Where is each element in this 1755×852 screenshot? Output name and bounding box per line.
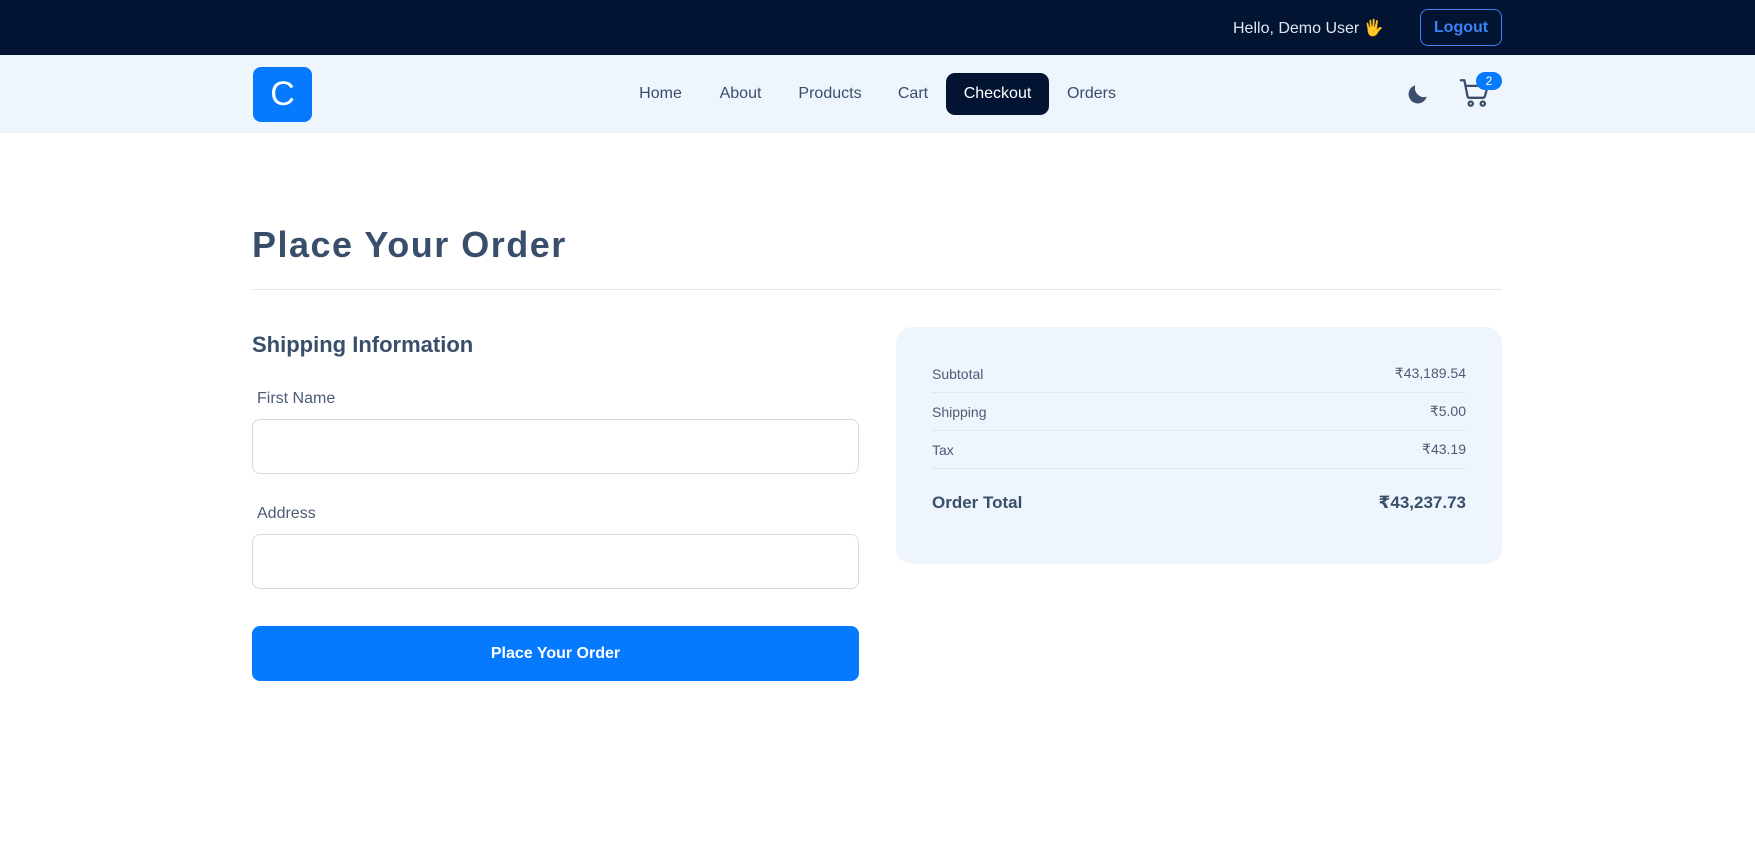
nav-link-products[interactable]: Products xyxy=(788,73,872,115)
subtotal-value: ₹43,189.54 xyxy=(1394,365,1466,381)
place-order-button[interactable]: Place Your Order xyxy=(252,626,859,681)
nav-link-about[interactable]: About xyxy=(707,73,774,115)
shipping-row: Shipping ₹5.00 xyxy=(932,393,1466,431)
first-name-label: First Name xyxy=(257,390,336,407)
order-summary: Subtotal ₹43,189.54 Shipping ₹5.00 Tax ₹… xyxy=(896,327,1502,564)
address-input[interactable] xyxy=(252,534,859,589)
logout-button[interactable]: Logout xyxy=(1420,9,1502,46)
order-total-label: Order Total xyxy=(932,493,1023,512)
page-title: Place Your Order xyxy=(252,224,567,265)
tax-label: Tax xyxy=(932,441,954,458)
order-total-value: ₹43,237.73 xyxy=(1378,493,1466,512)
nav-link-checkout[interactable]: Checkout xyxy=(946,73,1049,115)
tax-value: ₹43.19 xyxy=(1422,441,1466,457)
user-greeting: Hello, Demo User 🖐 xyxy=(1233,20,1384,37)
first-name-input[interactable] xyxy=(252,419,859,474)
navbar: C Home About Products Cart Checkout Orde… xyxy=(0,55,1755,133)
address-label: Address xyxy=(257,505,316,522)
cart-count-badge: 2 xyxy=(1476,72,1502,90)
order-total-row: Order Total ₹43,237.73 xyxy=(932,493,1466,513)
top-bar: Hello, Demo User 🖐 Logout xyxy=(0,0,1755,55)
title-divider xyxy=(252,289,1502,290)
shipping-cost-value: ₹5.00 xyxy=(1429,403,1466,419)
nav-link-orders[interactable]: Orders xyxy=(1057,73,1126,115)
tax-row: Tax ₹43.19 xyxy=(932,431,1466,469)
nav-link-cart[interactable]: Cart xyxy=(886,73,940,115)
moon-icon[interactable] xyxy=(1405,81,1431,107)
shipping-cost-label: Shipping xyxy=(932,403,987,420)
subtotal-row: Subtotal ₹43,189.54 xyxy=(932,355,1466,393)
subtotal-label: Subtotal xyxy=(932,365,984,382)
shipping-heading: Shipping Information xyxy=(252,332,474,357)
nav-link-home[interactable]: Home xyxy=(627,73,694,115)
